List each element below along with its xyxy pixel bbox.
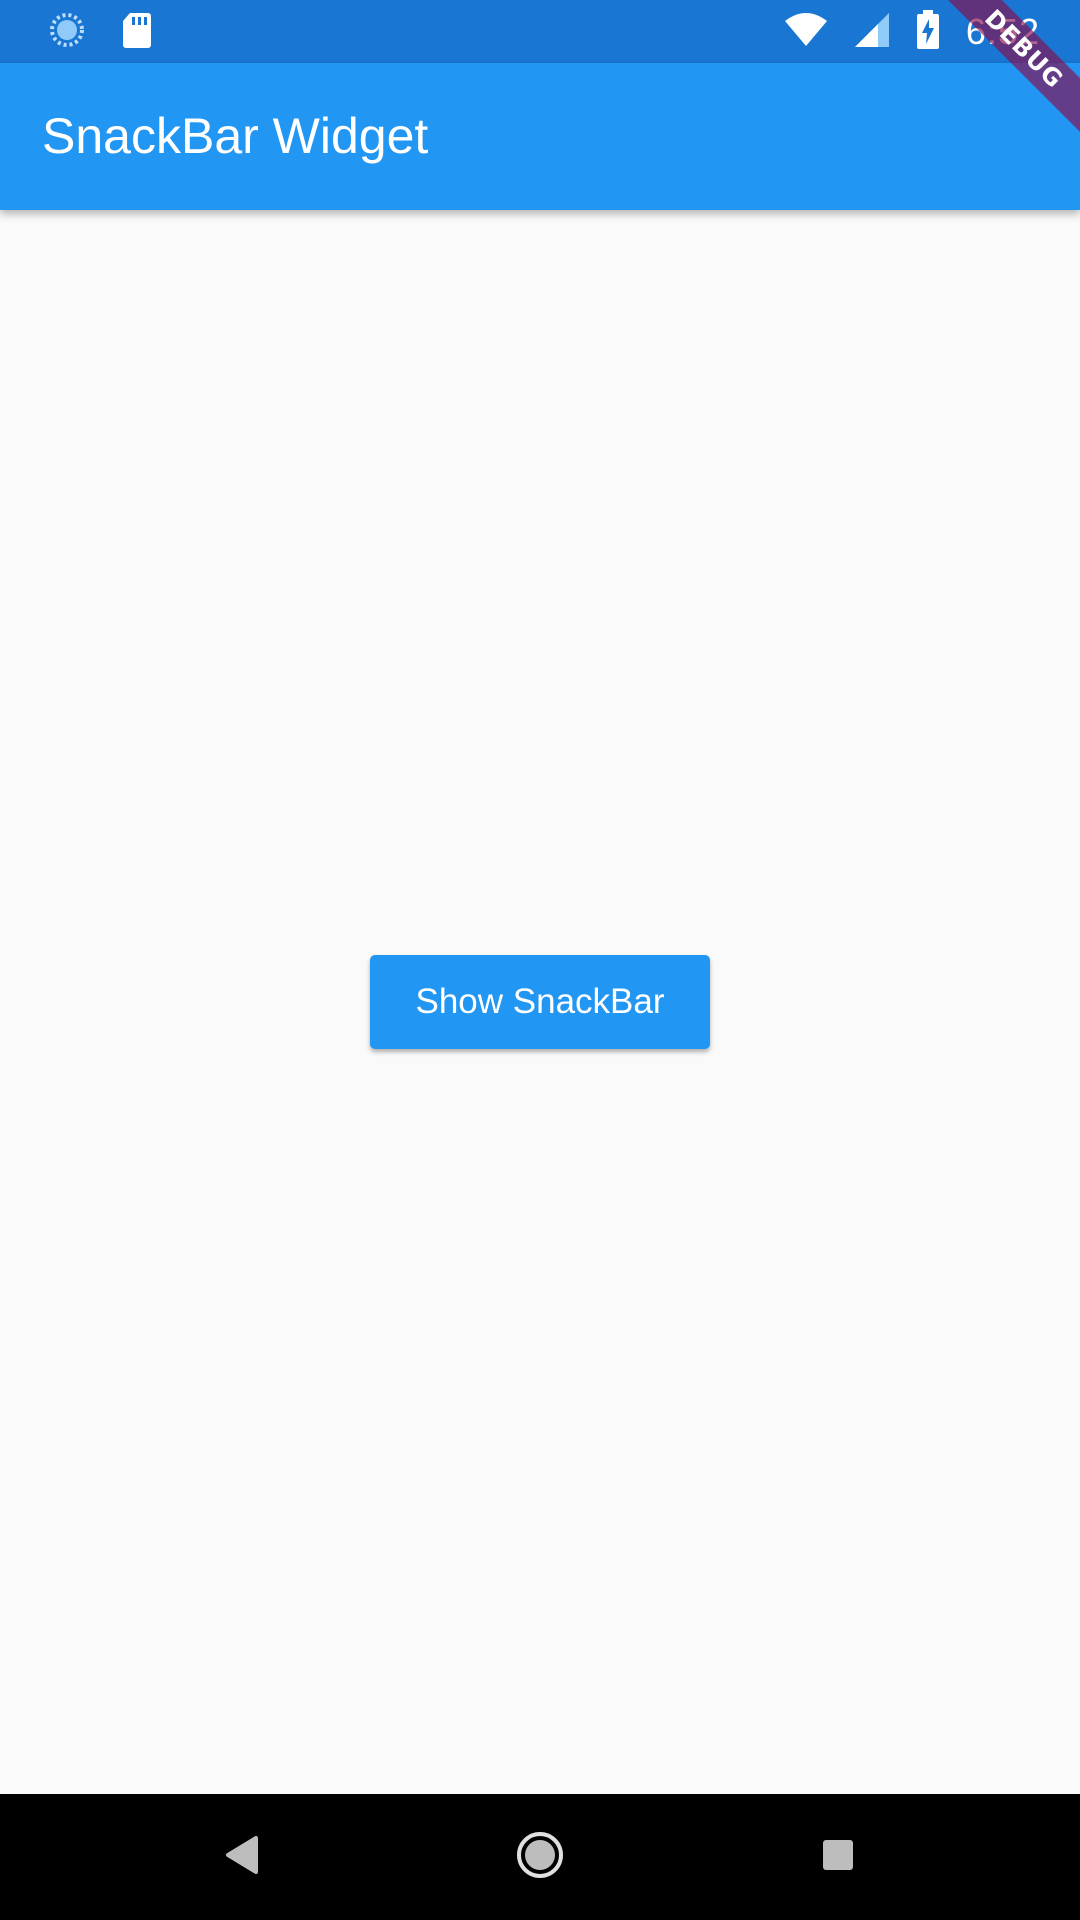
show-snackbar-button[interactable]: Show SnackBar: [370, 955, 710, 1049]
status-time: 6:52: [965, 11, 1040, 52]
signal-icon: [854, 12, 890, 53]
back-icon: [224, 1835, 260, 1880]
navigation-bar: [0, 1794, 1080, 1920]
recents-button[interactable]: [808, 1827, 868, 1887]
main-content: Show SnackBar: [0, 210, 1080, 1794]
status-left-icons: [48, 12, 152, 52]
app-screen: 6:52 SnackBar Widget DEBUG Show SnackBar: [0, 0, 1080, 1920]
back-button[interactable]: [212, 1827, 272, 1887]
loading-icon: [48, 11, 86, 54]
sd-card-icon: [122, 11, 152, 54]
battery-charging-icon: [916, 9, 940, 55]
app-bar: SnackBar Widget: [0, 63, 1080, 210]
wifi-icon: [784, 12, 828, 52]
recents-icon: [821, 1838, 855, 1877]
app-bar-title: SnackBar Widget: [42, 108, 429, 164]
status-right-icons: 6:52: [784, 9, 1040, 55]
status-bar: 6:52: [0, 0, 1080, 63]
home-icon: [515, 1830, 565, 1885]
home-button[interactable]: [510, 1827, 570, 1887]
